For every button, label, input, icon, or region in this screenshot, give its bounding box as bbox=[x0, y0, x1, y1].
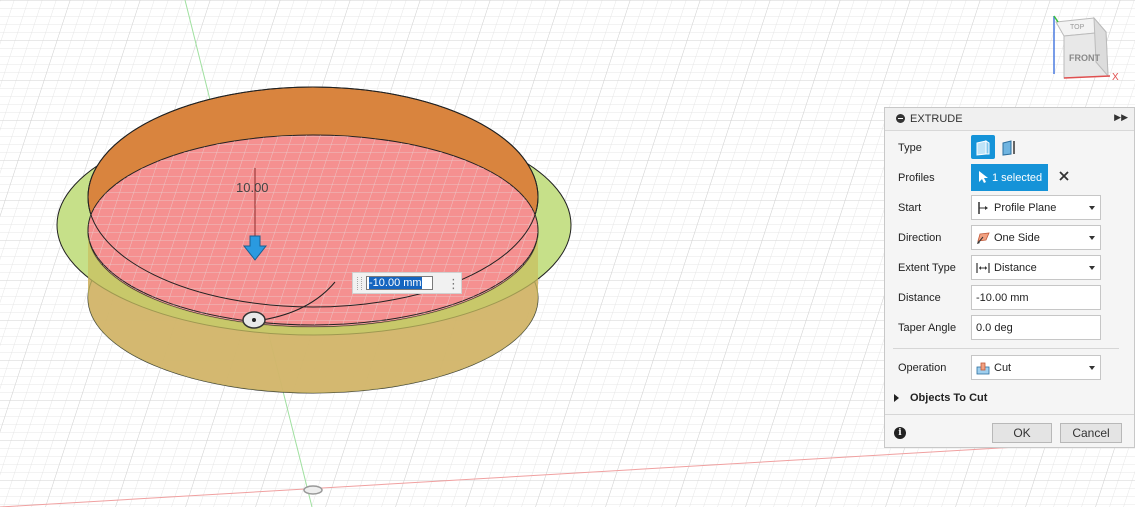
profile-plane-icon bbox=[978, 202, 988, 214]
cut-icon bbox=[976, 362, 990, 375]
profiles-value: 1 selected bbox=[992, 172, 1043, 184]
dimension-label: 10.00 bbox=[236, 180, 269, 195]
manipulator-handle[interactable] bbox=[242, 311, 266, 329]
info-icon[interactable]: i bbox=[894, 427, 906, 439]
collapse-icon[interactable] bbox=[896, 114, 905, 123]
type-row: Type bbox=[885, 133, 1134, 163]
operation-label: Operation bbox=[898, 362, 947, 374]
dialog-title: EXTRUDE bbox=[910, 113, 963, 125]
expand-dialog-icon[interactable]: ▶▶ bbox=[1114, 112, 1128, 123]
profiles-row: Profiles 1 selected bbox=[885, 163, 1134, 193]
direction-label: Direction bbox=[898, 232, 942, 244]
chevron-down-icon bbox=[1089, 366, 1095, 370]
type-thin-button[interactable] bbox=[997, 135, 1021, 159]
divider bbox=[893, 348, 1119, 349]
distance-input[interactable] bbox=[971, 285, 1101, 310]
taper-angle-row: Taper Angle bbox=[885, 313, 1134, 343]
dimension-input[interactable]: -10.00 mm bbox=[366, 276, 433, 290]
dialog-header: EXTRUDE ▶▶ bbox=[885, 108, 1134, 131]
cancel-button[interactable]: Cancel bbox=[1060, 423, 1122, 443]
viewcube-x-label: X bbox=[1112, 72, 1119, 83]
extent-type-value: Distance bbox=[994, 262, 1037, 274]
distance-label: Distance bbox=[898, 292, 941, 304]
start-row: Start Profile Plane bbox=[885, 193, 1134, 223]
direction-value: One Side bbox=[994, 232, 1040, 244]
direction-dropdown[interactable]: One Side bbox=[971, 225, 1101, 250]
dialog-footer: i OK Cancel bbox=[885, 414, 1134, 448]
start-dropdown[interactable]: Profile Plane bbox=[971, 195, 1101, 220]
chevron-down-icon bbox=[1089, 206, 1095, 210]
operation-row: Operation Cut bbox=[885, 353, 1134, 383]
chevron-down-icon bbox=[1089, 236, 1095, 240]
ok-button[interactable]: OK bbox=[992, 423, 1052, 443]
extent-type-dropdown[interactable]: Distance bbox=[971, 255, 1101, 280]
taper-angle-label: Taper Angle bbox=[898, 322, 957, 334]
chevron-down-icon bbox=[1089, 266, 1095, 270]
direction-row: Direction One Side bbox=[885, 223, 1134, 253]
one-side-icon bbox=[977, 232, 990, 244]
clear-selection-icon[interactable] bbox=[1057, 169, 1071, 183]
operation-value: Cut bbox=[994, 362, 1012, 374]
viewcube-front-label: FRONT bbox=[1069, 53, 1100, 63]
operation-dropdown[interactable]: Cut bbox=[971, 355, 1101, 380]
solid-extrude-icon bbox=[976, 140, 990, 156]
start-value: Profile Plane bbox=[994, 202, 1057, 214]
type-label: Type bbox=[898, 142, 922, 154]
origin-marker[interactable] bbox=[303, 485, 323, 495]
grip-handle[interactable] bbox=[357, 277, 362, 290]
distance-row: Distance bbox=[885, 283, 1134, 313]
more-options-icon[interactable]: ⋮ bbox=[447, 276, 460, 292]
dimension-input-box: -10.00 mm ⋮ bbox=[352, 272, 462, 294]
thin-extrude-icon bbox=[1002, 140, 1015, 156]
type-solid-button[interactable] bbox=[971, 135, 995, 159]
distance-icon bbox=[976, 263, 990, 273]
extent-type-label: Extent Type bbox=[898, 262, 956, 274]
objects-to-cut-label: Objects To Cut bbox=[910, 392, 988, 404]
start-label: Start bbox=[898, 202, 922, 214]
cursor-icon bbox=[979, 171, 988, 183]
dimension-input-value: -10.00 mm bbox=[369, 277, 422, 289]
extent-type-row: Extent Type Distance bbox=[885, 253, 1134, 283]
profiles-select-button[interactable]: 1 selected bbox=[971, 164, 1048, 191]
expand-triangle-icon bbox=[894, 394, 899, 402]
viewcube[interactable]: TOP FRONT X bbox=[1040, 8, 1130, 88]
viewcube-top-label: TOP bbox=[1070, 24, 1085, 31]
profiles-label: Profiles bbox=[898, 172, 935, 184]
taper-angle-input[interactable] bbox=[971, 315, 1101, 340]
extrude-dialog: EXTRUDE ▶▶ Type Profiles 1 selected Star… bbox=[884, 107, 1135, 448]
